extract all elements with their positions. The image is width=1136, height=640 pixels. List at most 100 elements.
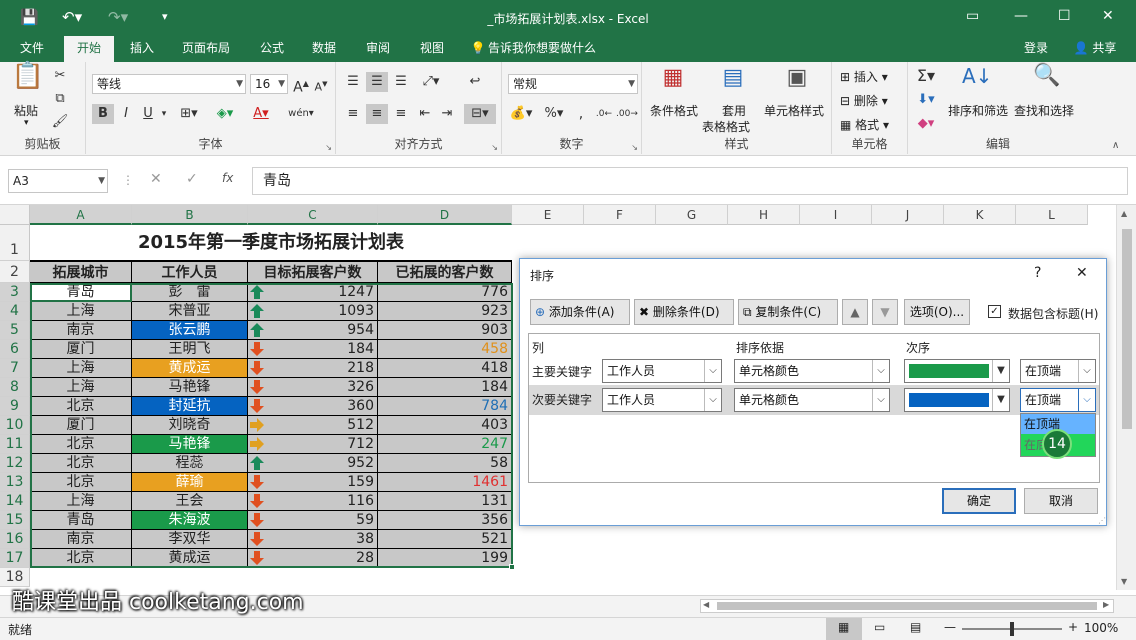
person-cell[interactable]: 刘晓奇 — [132, 416, 248, 435]
table-header[interactable]: 已拓展的客户数 — [378, 261, 512, 283]
secondary-color-select[interactable]: ▼ — [904, 388, 1010, 412]
border-icon[interactable]: ⊞▾ — [174, 104, 204, 124]
row-header[interactable]: 11 — [0, 435, 30, 454]
table-header[interactable]: 工作人员 — [132, 261, 248, 283]
target-cell[interactable]: 712 — [248, 435, 378, 454]
person-cell[interactable]: 马艳锋 — [132, 378, 248, 397]
row-header[interactable]: 6 — [0, 340, 30, 359]
done-cell[interactable]: 58 — [378, 454, 512, 473]
align-left-icon[interactable]: ≡ — [342, 104, 364, 124]
person-cell[interactable]: 李双华 — [132, 530, 248, 549]
person-cell[interactable]: 黄成运 — [132, 359, 248, 378]
row-header[interactable]: 16 — [0, 530, 30, 549]
city-cell[interactable]: 南京 — [30, 530, 132, 549]
formula-input[interactable]: 青岛 — [252, 167, 1128, 195]
align-top-icon[interactable]: ☰ — [342, 72, 364, 92]
city-cell[interactable]: 上海 — [30, 378, 132, 397]
city-cell[interactable]: 南京 — [30, 321, 132, 340]
fill-handle[interactable] — [509, 564, 515, 570]
minimize-icon[interactable]: — — [1014, 8, 1028, 24]
options-button[interactable]: 选项(O)... — [904, 299, 970, 325]
column-header-G[interactable]: G — [656, 205, 728, 225]
row-header[interactable]: 10 — [0, 416, 30, 435]
target-cell[interactable]: 952 — [248, 454, 378, 473]
city-cell[interactable]: 北京 — [30, 435, 132, 454]
underline-button[interactable]: U — [138, 104, 158, 124]
city-cell[interactable]: 北京 — [30, 397, 132, 416]
page-break-view-icon[interactable]: ▤ — [910, 620, 921, 634]
table-header[interactable]: 拓展城市 — [30, 261, 132, 283]
primary-sort-on-select[interactable]: 单元格颜色 ⌵ — [734, 359, 890, 383]
row-header[interactable]: 15 — [0, 511, 30, 530]
grow-font-icon[interactable]: A▲ — [292, 74, 310, 98]
target-cell[interactable]: 38 — [248, 530, 378, 549]
login-link[interactable]: 登录 — [1016, 36, 1056, 62]
person-cell[interactable]: 马艳锋 — [132, 435, 248, 454]
target-cell[interactable]: 954 — [248, 321, 378, 340]
row-header[interactable]: 2 — [0, 261, 30, 283]
done-cell[interactable]: 776 — [378, 283, 512, 302]
paste-dropdown-icon[interactable]: ▾ — [24, 118, 29, 128]
tab-data[interactable]: 数据 — [302, 36, 346, 62]
done-cell[interactable]: 131 — [378, 492, 512, 511]
column-header-C[interactable]: C — [248, 205, 378, 225]
scroll-up-icon[interactable]: ▲ — [1121, 209, 1127, 218]
scroll-down-icon[interactable]: ▼ — [1121, 577, 1127, 586]
column-header-B[interactable]: B — [132, 205, 248, 225]
conditional-format-button[interactable]: 条件格式 — [650, 102, 698, 119]
row-header[interactable]: 7 — [0, 359, 30, 378]
target-cell[interactable]: 116 — [248, 492, 378, 511]
city-cell[interactable]: 北京 — [30, 549, 132, 568]
city-cell[interactable]: 上海 — [30, 492, 132, 511]
target-cell[interactable]: 159 — [248, 473, 378, 492]
table-format-icon[interactable]: ▤ — [718, 67, 748, 98]
target-cell[interactable]: 218 — [248, 359, 378, 378]
merge-center-icon[interactable]: ⊟▾ — [464, 104, 496, 124]
scroll-left-icon[interactable]: ◀ — [703, 600, 709, 609]
done-cell[interactable]: 784 — [378, 397, 512, 416]
row-header[interactable]: 12 — [0, 454, 30, 473]
city-cell[interactable]: 北京 — [30, 454, 132, 473]
tab-insert[interactable]: 插入 — [120, 36, 164, 62]
city-cell[interactable]: 厦门 — [30, 416, 132, 435]
enter-icon[interactable]: ✓ — [186, 171, 198, 187]
sort-filter-button[interactable]: 排序和筛选 — [948, 102, 1008, 119]
move-down-button[interactable]: ▼ — [872, 299, 898, 325]
paste-icon[interactable]: 📋 — [10, 63, 46, 98]
zoom-out-icon[interactable]: — — [944, 620, 956, 634]
table-header[interactable]: 目标拓展客户数 — [248, 261, 378, 283]
target-cell[interactable]: 360 — [248, 397, 378, 416]
person-cell[interactable]: 薛瑜 — [132, 473, 248, 492]
fill-icon[interactable]: ⬇▾ — [914, 90, 938, 110]
person-cell[interactable]: 宋普亚 — [132, 302, 248, 321]
phonetic-icon[interactable]: wén▾ — [286, 104, 316, 124]
done-cell[interactable]: 521 — [378, 530, 512, 549]
orientation-icon[interactable]: ⤢▾ — [416, 72, 446, 92]
number-format-combo[interactable]: 常规 ▼ — [508, 74, 638, 94]
insert-function-icon[interactable]: fx — [222, 171, 233, 185]
target-cell[interactable]: 1247 — [248, 283, 378, 302]
column-header-F[interactable]: F — [584, 205, 656, 225]
table-format-label-2[interactable]: 表格格式 — [702, 118, 750, 135]
column-header-J[interactable]: J — [872, 205, 944, 225]
conditional-format-icon[interactable]: ▦ — [658, 67, 688, 98]
align-bottom-icon[interactable]: ☰ — [390, 72, 412, 92]
tab-page-layout[interactable]: 页面布局 — [172, 36, 240, 62]
secondary-column-select[interactable]: 工作人员 ⌵ — [602, 388, 722, 412]
tab-file[interactable]: 文件 — [8, 36, 56, 62]
person-cell[interactable]: 封延抗 — [132, 397, 248, 416]
city-cell[interactable]: 上海 — [30, 302, 132, 321]
city-cell[interactable]: 青岛 — [30, 511, 132, 530]
table-format-label-1[interactable]: 套用 — [722, 102, 746, 119]
done-cell[interactable]: 923 — [378, 302, 512, 321]
italic-button[interactable]: I — [116, 104, 136, 124]
select-all-corner[interactable] — [0, 205, 30, 225]
find-select-button[interactable]: 查找和选择 — [1014, 102, 1074, 119]
row-header[interactable]: 13 — [0, 473, 30, 492]
copy-icon[interactable]: ⧉ — [50, 89, 70, 109]
primary-position-select[interactable]: 在顶端 ⌵ — [1020, 359, 1096, 383]
done-cell[interactable]: 184 — [378, 378, 512, 397]
person-cell[interactable]: 程蕊 — [132, 454, 248, 473]
target-cell[interactable]: 59 — [248, 511, 378, 530]
person-cell[interactable]: 王会 — [132, 492, 248, 511]
